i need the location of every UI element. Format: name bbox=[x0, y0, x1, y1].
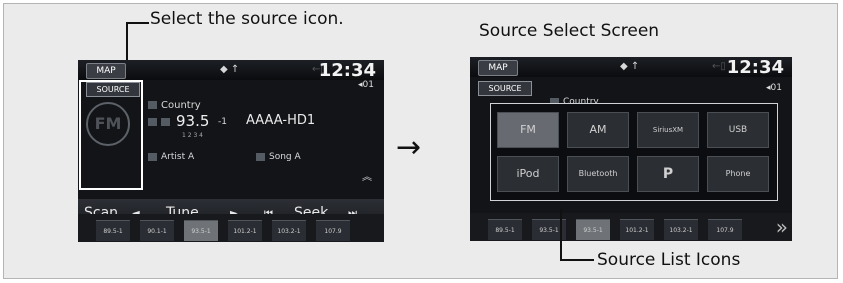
callout-screen-title: Source Select Screen bbox=[479, 21, 660, 41]
station-name: AAAA-HD1 bbox=[246, 113, 316, 128]
preset-button[interactable]: 107.9 bbox=[708, 219, 742, 240]
phone-icon[interactable]: Phone bbox=[707, 156, 769, 192]
status-bar: MAP ◆ ↑ ←▯ 12:34 bbox=[78, 60, 384, 81]
callout-line-horizontal bbox=[560, 259, 594, 261]
status-dim-icon: ←▯ bbox=[712, 61, 726, 72]
preset-button[interactable]: 101.2-1 bbox=[228, 220, 262, 241]
preset-button[interactable]: 89.5-1 bbox=[488, 219, 522, 240]
song-icon bbox=[256, 152, 265, 161]
siriusxm-icon-label: SiriusXM bbox=[652, 126, 684, 134]
map-button[interactable]: MAP bbox=[86, 63, 126, 79]
expand-arrow-icon[interactable]: ︽ bbox=[362, 168, 372, 183]
hd-icon bbox=[148, 117, 174, 128]
pandora-icon-label: P bbox=[662, 166, 674, 182]
artist-label: Artist A bbox=[148, 152, 194, 162]
preset-button[interactable]: 90.1-1 bbox=[140, 220, 174, 241]
preset-button[interactable]: 101.2-1 bbox=[620, 219, 654, 240]
ipod-icon-label: iPod bbox=[516, 167, 540, 180]
channel-indicator: ◂01 bbox=[358, 80, 374, 90]
genre-label: Country bbox=[148, 100, 201, 111]
song-label: Song A bbox=[256, 152, 301, 162]
usb-icon-label: USB bbox=[728, 125, 748, 135]
preset-button[interactable]: 103.2-1 bbox=[272, 220, 306, 241]
status-bar: MAP ◆ ↑ ←▯ 12:34 bbox=[470, 57, 792, 78]
phone-icon-label: Phone bbox=[725, 169, 751, 178]
genre-text: Country bbox=[161, 100, 201, 111]
preset-button[interactable]: 89.5-1 bbox=[96, 220, 130, 241]
channel-number: 01 bbox=[770, 83, 782, 93]
figure: Select the source icon. Source Select Sc… bbox=[0, 0, 843, 283]
preset-button-active[interactable]: 93.5-1 bbox=[576, 219, 610, 240]
bluetooth-icon[interactable]: Bluetooth bbox=[567, 156, 629, 192]
signal-icon: ◆ ↑ bbox=[220, 64, 240, 75]
subchannel: -1 bbox=[218, 117, 227, 127]
callout-line-vertical bbox=[560, 209, 562, 260]
next-presets-icon[interactable]: » bbox=[776, 215, 788, 239]
fm-icon[interactable]: FM bbox=[497, 112, 559, 148]
genre-icon bbox=[148, 101, 157, 109]
callout-select-source: Select the source icon. bbox=[150, 9, 344, 29]
pandora-icon[interactable]: P bbox=[637, 156, 699, 192]
transition-arrow: → bbox=[396, 130, 422, 165]
channel-indicator: ◂01 bbox=[766, 83, 782, 93]
bluetooth-icon-label: Bluetooth bbox=[578, 169, 618, 178]
preset-button[interactable]: 103.2-1 bbox=[664, 219, 698, 240]
signal-icon: ◆ ↑ bbox=[620, 61, 640, 72]
am-icon[interactable]: AM bbox=[567, 112, 629, 148]
artist-text: Artist A bbox=[161, 152, 195, 162]
source-highlight-box bbox=[79, 80, 143, 190]
frequency: 93.5 bbox=[176, 112, 210, 130]
callout-source-list: Source List Icons bbox=[597, 250, 741, 270]
source-button[interactable]: SOURCE bbox=[478, 81, 532, 96]
preset-bar: 89.5-1 93.5-1 93.5-1 101.2-1 103.2-1 107… bbox=[470, 213, 792, 241]
fm-icon-label: FM bbox=[520, 123, 536, 136]
hd-channels: 1 2 3 4 bbox=[182, 132, 203, 139]
clock: 12:34 bbox=[726, 57, 784, 78]
audio-screen: MAP ◆ ↑ ←▯ 12:34 ◂01 SOURCE FM Country 9… bbox=[78, 60, 384, 242]
clock: 12:34 bbox=[318, 60, 376, 81]
preset-button[interactable]: 107.9 bbox=[316, 220, 350, 241]
source-select-screen: MAP ◆ ↑ ←▯ 12:34 ◂01 SOURCE Country FM A… bbox=[470, 57, 792, 241]
ipod-icon[interactable]: iPod bbox=[497, 156, 559, 192]
source-list: FM AM SiriusXM USB iPod Bluetooth P Phon… bbox=[490, 103, 778, 201]
map-button[interactable]: MAP bbox=[478, 60, 518, 76]
channel-number: 01 bbox=[362, 80, 374, 90]
usb-icon[interactable]: USB bbox=[707, 112, 769, 148]
preset-button-active[interactable]: 93.5-1 bbox=[184, 220, 218, 241]
preset-bar: 89.5-1 90.1-1 93.5-1 101.2-1 103.2-1 107… bbox=[78, 214, 384, 242]
callout-line-horizontal bbox=[126, 22, 149, 24]
siriusxm-icon[interactable]: SiriusXM bbox=[637, 112, 699, 148]
am-icon-label: AM bbox=[589, 123, 607, 136]
artist-icon bbox=[148, 152, 157, 161]
song-text: Song A bbox=[269, 152, 301, 162]
